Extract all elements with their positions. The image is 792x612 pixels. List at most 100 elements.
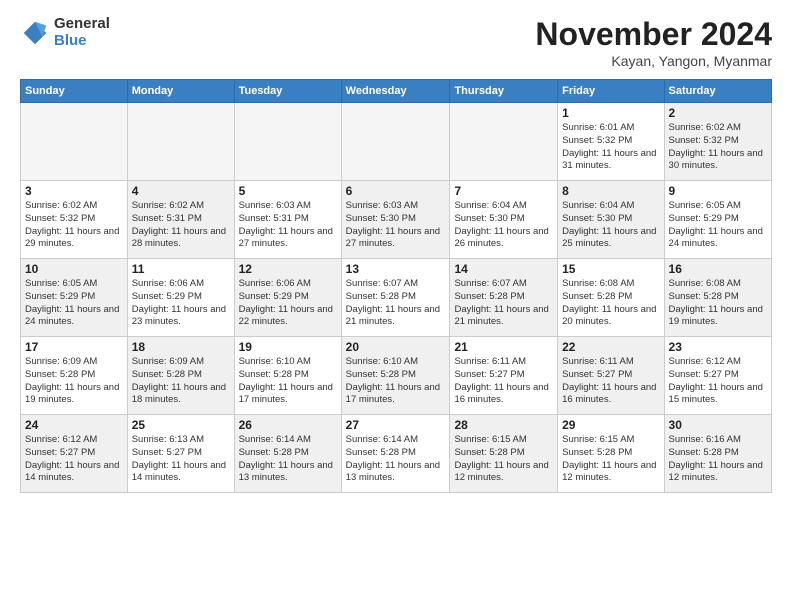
day-cell: 11Sunrise: 6:06 AMSunset: 5:29 PMDayligh… — [127, 259, 234, 337]
day-info: Sunrise: 6:11 AMSunset: 5:27 PMDaylight:… — [562, 356, 659, 407]
day-info: Sunrise: 6:03 AMSunset: 5:31 PMDaylight:… — [239, 200, 337, 251]
day-number: 17 — [25, 340, 123, 354]
day-cell: 13Sunrise: 6:07 AMSunset: 5:28 PMDayligh… — [341, 259, 450, 337]
day-info: Sunrise: 6:09 AMSunset: 5:28 PMDaylight:… — [132, 356, 230, 407]
day-cell: 20 Sunrise: 6:10 AMSunset: 5:28 PMDayligh… — [341, 337, 450, 415]
logo-icon — [20, 18, 50, 48]
day-cell: 10 Sunrise: 6:05 AMSunset: 5:29 PMDayligh… — [21, 259, 128, 337]
calendar: SundayMondayTuesdayWednesdayThursdayFrid… — [20, 79, 772, 493]
week-row-3: 10 Sunrise: 6:05 AMSunset: 5:29 PMDayligh… — [21, 259, 772, 337]
logo-text: General Blue — [54, 16, 110, 49]
header: General Blue November 2024 Kayan, Yangon… — [20, 16, 772, 69]
day-info: Sunrise: 6:14 AMSunset: 5:28 PMDaylight:… — [346, 434, 446, 485]
day-number: 26 — [239, 418, 337, 432]
day-cell: 29 Sunrise: 6:15 AMSunset: 5:28 PMDayligh… — [558, 415, 664, 493]
logo: General Blue — [20, 16, 110, 49]
day-number: 10 — [25, 262, 123, 276]
day-info: Sunrise: 6:02 AMSunset: 5:31 PMDaylight:… — [132, 200, 230, 251]
header-cell-wednesday: Wednesday — [341, 80, 450, 103]
week-row-5: 24Sunrise: 6:12 AMSunset: 5:27 PMDayligh… — [21, 415, 772, 493]
day-cell: 1 Sunrise: 6:01 AMSunset: 5:32 PMDaylight… — [558, 103, 664, 181]
day-cell: 28Sunrise: 6:15 AMSunset: 5:28 PMDayligh… — [450, 415, 558, 493]
day-info: Sunrise: 6:04 AMSunset: 5:30 PMDaylight:… — [562, 200, 659, 251]
day-number: 1 — [562, 106, 659, 120]
header-cell-monday: Monday — [127, 80, 234, 103]
day-cell: 9 Sunrise: 6:05 AMSunset: 5:29 PMDaylight… — [664, 181, 771, 259]
day-cell: 24Sunrise: 6:12 AMSunset: 5:27 PMDayligh… — [21, 415, 128, 493]
day-cell: 4 Sunrise: 6:02 AMSunset: 5:31 PMDaylight… — [127, 181, 234, 259]
week-row-4: 17 Sunrise: 6:09 AMSunset: 5:28 PMDayligh… — [21, 337, 772, 415]
day-info: Sunrise: 6:09 AMSunset: 5:28 PMDaylight:… — [25, 356, 123, 407]
day-number: 27 — [346, 418, 446, 432]
day-number: 14 — [454, 262, 553, 276]
day-cell: 15 Sunrise: 6:08 AMSunset: 5:28 PMDayligh… — [558, 259, 664, 337]
day-number: 28 — [454, 418, 553, 432]
day-number: 7 — [454, 184, 553, 198]
day-cell: 12 Sunrise: 6:06 AMSunset: 5:29 PMDayligh… — [234, 259, 341, 337]
day-number: 22 — [562, 340, 659, 354]
day-info: Sunrise: 6:02 AMSunset: 5:32 PMDaylight:… — [669, 122, 767, 173]
day-info: Sunrise: 6:03 AMSunset: 5:30 PMDaylight:… — [346, 200, 446, 251]
day-number: 20 — [346, 340, 446, 354]
header-cell-tuesday: Tuesday — [234, 80, 341, 103]
day-info: Sunrise: 6:08 AMSunset: 5:28 PMDaylight:… — [562, 278, 659, 329]
day-info: Sunrise: 6:14 AMSunset: 5:28 PMDaylight:… — [239, 434, 337, 485]
day-info: Sunrise: 6:10 AMSunset: 5:28 PMDaylight:… — [346, 356, 446, 407]
day-cell: 17 Sunrise: 6:09 AMSunset: 5:28 PMDayligh… — [21, 337, 128, 415]
day-number: 12 — [239, 262, 337, 276]
day-cell: 26 Sunrise: 6:14 AMSunset: 5:28 PMDayligh… — [234, 415, 341, 493]
month-title: November 2024 — [535, 16, 772, 53]
header-cell-thursday: Thursday — [450, 80, 558, 103]
day-info: Sunrise: 6:01 AMSunset: 5:32 PMDaylight:… — [562, 122, 659, 173]
day-number: 8 — [562, 184, 659, 198]
week-row-1: 1 Sunrise: 6:01 AMSunset: 5:32 PMDaylight… — [21, 103, 772, 181]
header-cell-friday: Friday — [558, 80, 664, 103]
day-info: Sunrise: 6:04 AMSunset: 5:30 PMDaylight:… — [454, 200, 553, 251]
day-info: Sunrise: 6:05 AMSunset: 5:29 PMDaylight:… — [669, 200, 767, 251]
day-cell: 2Sunrise: 6:02 AMSunset: 5:32 PMDaylight… — [664, 103, 771, 181]
day-cell: 5Sunrise: 6:03 AMSunset: 5:31 PMDaylight… — [234, 181, 341, 259]
day-cell: 30 Sunrise: 6:16 AMSunset: 5:28 PMDayligh… — [664, 415, 771, 493]
day-cell: 19 Sunrise: 6:10 AMSunset: 5:28 PMDayligh… — [234, 337, 341, 415]
day-cell: 27 Sunrise: 6:14 AMSunset: 5:28 PMDayligh… — [341, 415, 450, 493]
day-info: Sunrise: 6:06 AMSunset: 5:29 PMDaylight:… — [132, 278, 230, 329]
day-cell: 6 Sunrise: 6:03 AMSunset: 5:30 PMDaylight… — [341, 181, 450, 259]
day-cell: 21 Sunrise: 6:11 AMSunset: 5:27 PMDayligh… — [450, 337, 558, 415]
day-number: 16 — [669, 262, 767, 276]
day-number: 4 — [132, 184, 230, 198]
day-info: Sunrise: 6:10 AMSunset: 5:28 PMDaylight:… — [239, 356, 337, 407]
day-info: Sunrise: 6:13 AMSunset: 5:27 PMDaylight:… — [132, 434, 230, 485]
day-info: Sunrise: 6:07 AMSunset: 5:28 PMDaylight:… — [346, 278, 446, 329]
location: Kayan, Yangon, Myanmar — [535, 53, 772, 69]
day-info: Sunrise: 6:15 AMSunset: 5:28 PMDaylight:… — [562, 434, 659, 485]
day-info: Sunrise: 6:12 AMSunset: 5:27 PMDaylight:… — [669, 356, 767, 407]
day-cell: 14 Sunrise: 6:07 AMSunset: 5:28 PMDayligh… — [450, 259, 558, 337]
day-number: 29 — [562, 418, 659, 432]
day-number: 15 — [562, 262, 659, 276]
day-number: 9 — [669, 184, 767, 198]
header-cell-sunday: Sunday — [21, 80, 128, 103]
day-cell: 16Sunrise: 6:08 AMSunset: 5:28 PMDayligh… — [664, 259, 771, 337]
day-cell: 3Sunrise: 6:02 AMSunset: 5:32 PMDaylight… — [21, 181, 128, 259]
logo-blue-text: Blue — [54, 33, 110, 50]
day-cell: 22 Sunrise: 6:11 AMSunset: 5:27 PMDayligh… — [558, 337, 664, 415]
day-cell — [341, 103, 450, 181]
day-info: Sunrise: 6:16 AMSunset: 5:28 PMDaylight:… — [669, 434, 767, 485]
day-cell: 25 Sunrise: 6:13 AMSunset: 5:27 PMDayligh… — [127, 415, 234, 493]
day-cell: 23 Sunrise: 6:12 AMSunset: 5:27 PMDayligh… — [664, 337, 771, 415]
day-number: 25 — [132, 418, 230, 432]
day-number: 6 — [346, 184, 446, 198]
day-cell: 7 Sunrise: 6:04 AMSunset: 5:30 PMDaylight… — [450, 181, 558, 259]
day-number: 19 — [239, 340, 337, 354]
page: General Blue November 2024 Kayan, Yangon… — [0, 0, 792, 612]
day-number: 21 — [454, 340, 553, 354]
day-info: Sunrise: 6:05 AMSunset: 5:29 PMDaylight:… — [25, 278, 123, 329]
day-info: Sunrise: 6:11 AMSunset: 5:27 PMDaylight:… — [454, 356, 553, 407]
day-info: Sunrise: 6:12 AMSunset: 5:27 PMDaylight:… — [25, 434, 123, 485]
header-cell-saturday: Saturday — [664, 80, 771, 103]
day-number: 23 — [669, 340, 767, 354]
day-info: Sunrise: 6:06 AMSunset: 5:29 PMDaylight:… — [239, 278, 337, 329]
day-number: 30 — [669, 418, 767, 432]
day-info: Sunrise: 6:07 AMSunset: 5:28 PMDaylight:… — [454, 278, 553, 329]
header-row: SundayMondayTuesdayWednesdayThursdayFrid… — [21, 80, 772, 103]
